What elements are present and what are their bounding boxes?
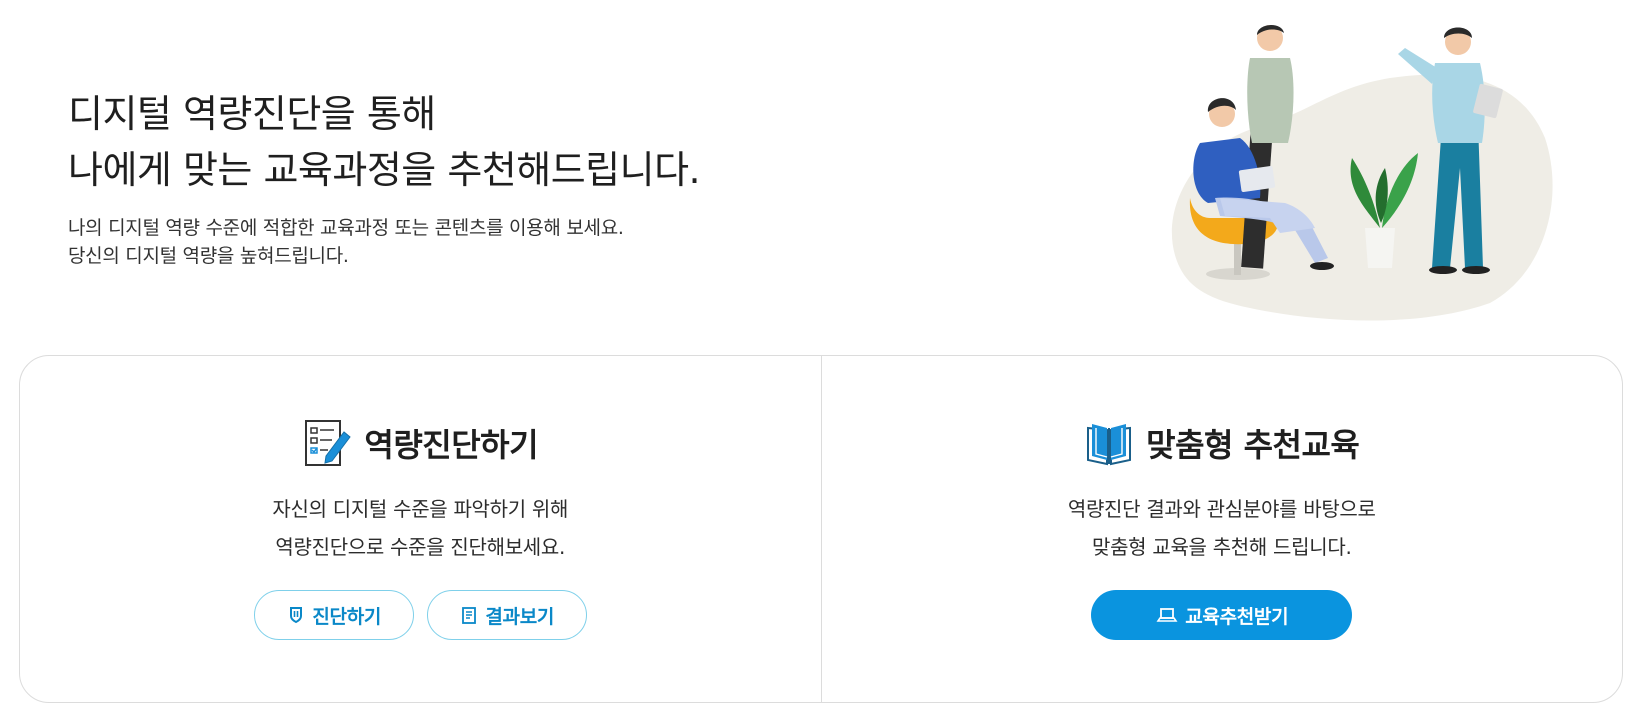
recommend-card: 맞춤형 추천교육 역량진단 결과와 관심분야를 바탕으로 맞춤형 교육을 추천해… [820, 356, 1623, 702]
recommend-button-row: 교육추천받기 [1091, 590, 1353, 640]
hero-description: 나의 디지털 역량 수준에 적합한 교육과정 또는 콘텐츠를 이용해 보세요. … [68, 214, 624, 270]
diagnosis-card-header: 역량진단하기 [302, 418, 539, 468]
start-diagnosis-button[interactable]: 진단하기 [253, 590, 414, 640]
diagnosis-button-row: 진단하기 결과보기 [253, 590, 587, 640]
checklist-pencil-icon [305, 420, 352, 466]
start-diagnosis-button-label: 진단하기 [312, 605, 382, 628]
hero-description-line2: 당신의 디지털 역량을 높혀드립니다. [68, 245, 349, 267]
shield-icon [290, 607, 303, 624]
service-panel: 역량진단하기 자신의 디지털 수준을 파악하기 위해 역량진단으로 수준을 진단… [19, 355, 1623, 703]
diagnosis-card-title: 역량진단하기 [364, 426, 539, 464]
view-result-button-label: 결과보기 [485, 605, 555, 628]
diagnosis-card-description: 자신의 디지털 수준을 파악하기 위해 역량진단으로 수준을 진단해보세요. [272, 490, 568, 566]
document-icon [462, 607, 477, 624]
hero-title-line1: 디지털 역량진단을 통해 [68, 92, 436, 136]
hero-title: 디지털 역량진단을 통해 나에게 맞는 교육과정을 추천해드립니다. [68, 86, 701, 198]
page: 디지털 역량진단을 통해 나에게 맞는 교육과정을 추천해드립니다. 나의 디지… [0, 0, 1645, 721]
laptop-icon [1156, 608, 1178, 622]
recommend-desc-line1: 역량진단 결과와 관심분야를 바탕으로 [1067, 497, 1376, 521]
diagnosis-desc-line1: 자신의 디지털 수준을 파악하기 위해 [272, 497, 569, 521]
recommend-card-title: 맞춤형 추천교육 [1146, 426, 1360, 464]
view-result-button[interactable]: 결과보기 [426, 590, 587, 640]
get-recommendation-button-label: 교육추천받기 [1185, 605, 1289, 628]
hero-title-line2: 나에게 맞는 교육과정을 추천해드립니다. [68, 148, 701, 192]
hero-description-line1: 나의 디지털 역량 수준에 적합한 교육과정 또는 콘텐츠를 이용해 보세요. [68, 217, 624, 239]
recommend-card-description: 역량진단 결과와 관심분야를 바탕으로 맞춤형 교육을 추천해 드립니다. [1068, 490, 1376, 566]
diagnosis-card: 역량진단하기 자신의 디지털 수준을 파악하기 위해 역량진단으로 수준을 진단… [20, 356, 821, 702]
people-illustration [1171, 24, 1553, 321]
open-book-icon [1087, 424, 1132, 466]
diagnosis-desc-line2: 역량진단으로 수준을 진단해보세요. [275, 535, 566, 559]
recommend-desc-line2: 맞춤형 교육을 추천해 드립니다. [1091, 535, 1352, 559]
get-recommendation-button[interactable]: 교육추천받기 [1091, 590, 1353, 640]
recommend-card-header: 맞춤형 추천교육 [1084, 418, 1360, 468]
